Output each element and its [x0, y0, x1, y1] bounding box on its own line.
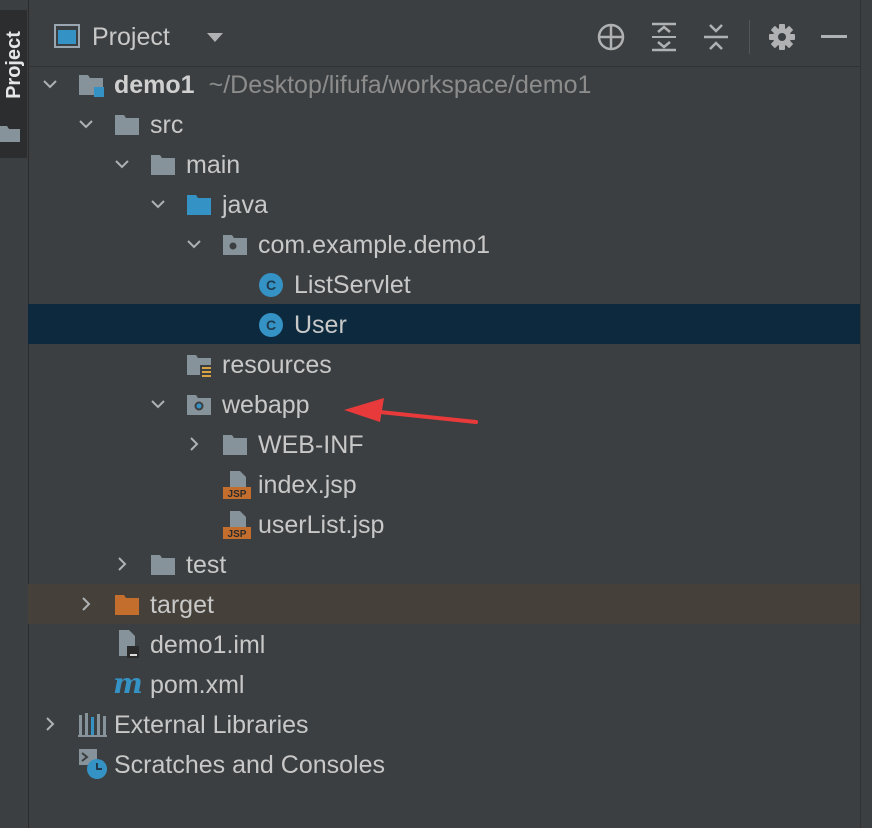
tree-label-webinf: WEB-INF: [258, 431, 364, 459]
tree-row-pom[interactable]: m pom.xml: [28, 664, 860, 704]
chevron-down-icon[interactable]: [78, 116, 94, 132]
tree-row-webinf[interactable]: WEB-INF: [28, 424, 860, 464]
svg-text:C: C: [266, 277, 276, 293]
settings-button[interactable]: [766, 21, 798, 53]
svg-text:C: C: [266, 317, 276, 333]
excluded-folder-icon: [115, 595, 139, 615]
chevron-down-icon[interactable]: [150, 196, 166, 212]
tree-label-package: com.example.demo1: [258, 231, 491, 259]
library-icon: [78, 713, 107, 737]
tree-row-scratches[interactable]: Scratches and Consoles: [28, 744, 860, 784]
tree-label-listservlet: ListServlet: [294, 271, 411, 299]
chevron-down-icon[interactable]: [206, 32, 224, 44]
svg-text:JSP: JSP: [228, 489, 247, 500]
tree-row-main[interactable]: main: [28, 144, 860, 184]
folder-icon: [223, 435, 247, 455]
expand-all-button[interactable]: [648, 21, 680, 53]
tree-row-user[interactable]: C User: [28, 304, 860, 344]
tree-row-target[interactable]: target: [28, 584, 860, 624]
tree-row-test[interactable]: test: [28, 544, 860, 584]
tree-label-src: src: [150, 111, 184, 139]
chevron-right-icon[interactable]: [42, 716, 58, 732]
tree-row-resources[interactable]: resources: [28, 344, 860, 384]
maven-icon: m: [113, 669, 143, 699]
tree-row-java[interactable]: java: [28, 184, 860, 224]
project-view-title[interactable]: Project: [92, 22, 170, 52]
tree-label-external-libraries: External Libraries: [114, 711, 309, 739]
web-folder-icon: [187, 395, 211, 415]
right-edge: [860, 0, 872, 828]
module-folder-icon: [79, 75, 104, 97]
scratches-icon: [79, 749, 107, 779]
tree-row-src[interactable]: src: [28, 104, 860, 144]
tree-label-pom: pom.xml: [150, 671, 245, 699]
tree-label-userlist-jsp: userList.jsp: [258, 511, 385, 539]
tree-label-test: test: [186, 551, 227, 579]
module-path: ~/Desktop/lifufa/workspace/demo1: [208, 71, 592, 99]
tree-label-webapp: webapp: [222, 391, 310, 419]
chevron-down-icon[interactable]: [42, 76, 58, 92]
chevron-right-icon[interactable]: [186, 436, 202, 452]
source-folder-icon: [187, 195, 211, 215]
tool-window-stripe: Project: [0, 0, 29, 828]
package-icon: [223, 235, 247, 255]
tree-label-index-jsp: index.jsp: [258, 471, 357, 499]
tree-row-package[interactable]: com.example.demo1: [28, 224, 860, 264]
tree-label-resources: resources: [222, 351, 332, 379]
minimize-button[interactable]: [818, 21, 850, 53]
collapse-all-icon: [704, 24, 728, 50]
chevron-right-icon[interactable]: [78, 596, 94, 612]
tree-label-user: User: [294, 311, 347, 339]
svg-text:JSP: JSP: [228, 529, 247, 540]
chevron-down-icon[interactable]: [114, 156, 130, 172]
collapse-all-button[interactable]: [700, 21, 732, 53]
tree-row-listservlet[interactable]: C ListServlet: [28, 264, 860, 304]
resources-folder-icon: [187, 355, 212, 378]
project-stripe-label: Project: [3, 31, 25, 99]
tree-label-demo1-iml: demo1.iml: [150, 631, 266, 659]
project-toolbar: Project: [28, 0, 860, 67]
gear-icon: [769, 24, 795, 50]
tree-label-java: java: [222, 191, 268, 219]
chevron-right-icon[interactable]: [114, 556, 130, 572]
tree-row-external-libraries[interactable]: External Libraries: [28, 704, 860, 744]
tree-row-demo1-iml[interactable]: demo1.iml: [28, 624, 860, 664]
tree-row-index-jsp[interactable]: JSP index.jsp: [28, 464, 860, 504]
annotation-arrow-icon: [344, 398, 478, 424]
locate-icon: [597, 23, 625, 51]
folder-icon: [151, 155, 175, 175]
project-view-icon: [54, 24, 80, 48]
jsp-file-icon: JSP: [223, 471, 251, 500]
chevron-down-icon[interactable]: [186, 236, 202, 252]
folder-icon: [151, 555, 175, 575]
tree-row-userlist-jsp[interactable]: JSP userList.jsp: [28, 504, 860, 544]
project-stripe-tab[interactable]: Project: [0, 10, 27, 158]
svg-text:m: m: [113, 669, 143, 699]
expand-all-icon: [652, 22, 676, 52]
tree-label-demo1: demo1 ~/Desktop/lifufa/workspace/demo1: [114, 71, 592, 99]
tree-label-scratches: Scratches and Consoles: [114, 751, 385, 779]
toolbar-separator: [749, 20, 750, 54]
folder-icon: [0, 126, 20, 142]
java-class-icon: C: [259, 273, 283, 297]
tree-label-target: target: [150, 591, 214, 619]
locate-file-button[interactable]: [595, 21, 627, 53]
folder-icon: [115, 115, 139, 135]
java-class-icon: C: [259, 313, 283, 337]
chevron-down-icon[interactable]: [150, 396, 166, 412]
iml-file-icon: [119, 630, 139, 658]
jsp-file-icon: JSP: [223, 511, 251, 540]
minimize-icon: [821, 35, 847, 38]
tree-label-main: main: [186, 151, 241, 179]
tree-row-demo1[interactable]: demo1 ~/Desktop/lifufa/workspace/demo1: [28, 64, 860, 104]
